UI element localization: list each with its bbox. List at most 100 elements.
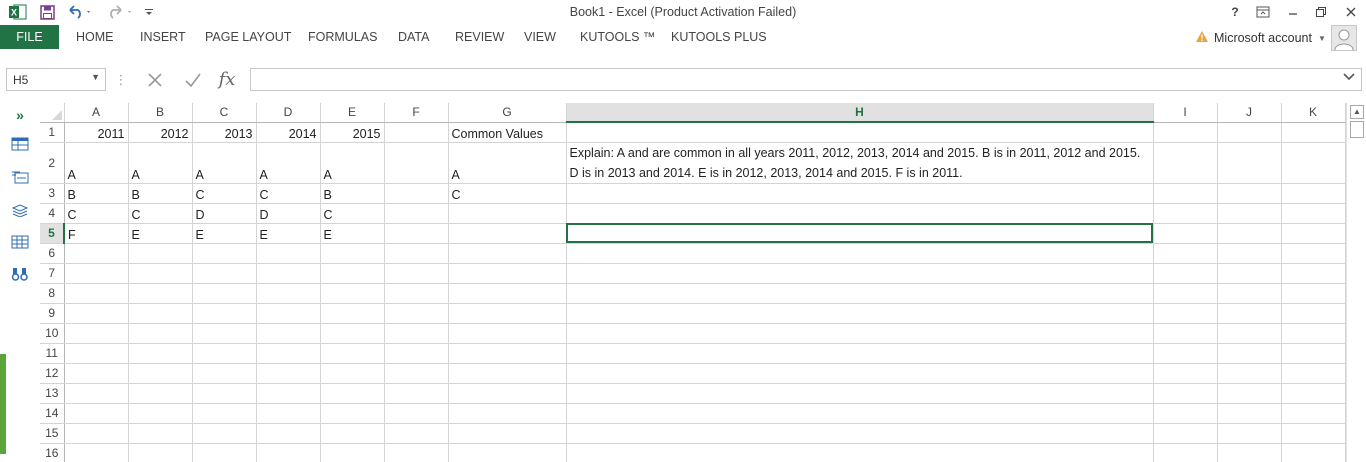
find-replace-icon[interactable] [9, 265, 31, 283]
cell-b4[interactable]: C [128, 203, 193, 224]
cell-d11[interactable] [256, 343, 321, 364]
cell-j14[interactable] [1217, 403, 1282, 424]
cell-h2[interactable]: Explain: A and are common in all years 2… [566, 142, 1154, 184]
cell-g14[interactable] [448, 403, 567, 424]
cell-f7[interactable] [384, 263, 449, 284]
cell-e15[interactable] [320, 423, 385, 444]
tab-kutools[interactable]: KUTOOLS ™ [580, 30, 655, 44]
cell-d14[interactable] [256, 403, 321, 424]
cell-a2[interactable]: A [64, 142, 129, 184]
cell-d8[interactable] [256, 283, 321, 304]
cell-j11[interactable] [1217, 343, 1282, 364]
cell-f1[interactable] [384, 122, 449, 143]
cell-k16[interactable] [1281, 443, 1346, 462]
tab-data[interactable]: DATA [398, 30, 429, 44]
cell-k2[interactable] [1281, 142, 1346, 184]
cell-f13[interactable] [384, 383, 449, 404]
cell-b14[interactable] [128, 403, 193, 424]
column-list-icon[interactable] [9, 233, 31, 251]
column-header-k[interactable]: K [1281, 103, 1346, 123]
cell-c1[interactable]: 2013 [192, 122, 257, 143]
cell-a12[interactable] [64, 363, 129, 384]
name-box[interactable]: H5 ▼ [6, 68, 106, 91]
row-header[interactable]: 6 [40, 243, 65, 264]
row-header[interactable]: 10 [40, 323, 65, 344]
cell-i15[interactable] [1153, 423, 1218, 444]
cell-i13[interactable] [1153, 383, 1218, 404]
cell-i3[interactable] [1153, 183, 1218, 204]
cell-b11[interactable] [128, 343, 193, 364]
cell-i1[interactable] [1153, 122, 1218, 143]
row-header[interactable]: 12 [40, 363, 65, 384]
cell-c9[interactable] [192, 303, 257, 324]
cell-k5[interactable] [1281, 223, 1346, 244]
row-header[interactable]: 15 [40, 423, 65, 444]
cell-h13[interactable] [566, 383, 1154, 404]
cell-a7[interactable] [64, 263, 129, 284]
cell-j1[interactable] [1217, 122, 1282, 143]
cell-k6[interactable] [1281, 243, 1346, 264]
cell-c6[interactable] [192, 243, 257, 264]
cell-k9[interactable] [1281, 303, 1346, 324]
cell-b5[interactable]: E [128, 223, 193, 244]
cell-h16[interactable] [566, 443, 1154, 462]
tab-view[interactable]: VIEW [524, 30, 556, 44]
cell-e2[interactable]: A [320, 142, 385, 184]
cell-f6[interactable] [384, 243, 449, 264]
cell-c4[interactable]: D [192, 203, 257, 224]
column-header-a[interactable]: A [64, 103, 129, 123]
restore-icon[interactable] [1306, 2, 1336, 22]
cell-e7[interactable] [320, 263, 385, 284]
cell-c15[interactable] [192, 423, 257, 444]
scroll-up-icon[interactable]: ▲ [1350, 105, 1364, 119]
cell-k4[interactable] [1281, 203, 1346, 224]
cell-a6[interactable] [64, 243, 129, 264]
cell-d6[interactable] [256, 243, 321, 264]
cell-h6[interactable] [566, 243, 1154, 264]
cell-a11[interactable] [64, 343, 129, 364]
cell-g9[interactable] [448, 303, 567, 324]
cell-g4[interactable] [448, 203, 567, 224]
close-icon[interactable] [1336, 2, 1366, 22]
cell-g5[interactable] [448, 223, 567, 244]
cell-b7[interactable] [128, 263, 193, 284]
cell-j12[interactable] [1217, 363, 1282, 384]
cell-a3[interactable]: B [64, 183, 129, 204]
cell-g10[interactable] [448, 323, 567, 344]
cell-d1[interactable]: 2014 [256, 122, 321, 143]
tab-kutools-plus[interactable]: KUTOOLS PLUS [671, 30, 767, 44]
cell-g7[interactable] [448, 263, 567, 284]
cancel-icon[interactable] [142, 68, 168, 91]
row-header[interactable]: 8 [40, 283, 65, 304]
tab-home[interactable]: HOME [76, 30, 114, 44]
cell-b12[interactable] [128, 363, 193, 384]
cell-j3[interactable] [1217, 183, 1282, 204]
cell-a14[interactable] [64, 403, 129, 424]
tab-review[interactable]: REVIEW [455, 30, 504, 44]
cell-i12[interactable] [1153, 363, 1218, 384]
cell-i10[interactable] [1153, 323, 1218, 344]
cell-h12[interactable] [566, 363, 1154, 384]
cell-h8[interactable] [566, 283, 1154, 304]
cell-b10[interactable] [128, 323, 193, 344]
cell-c2[interactable]: A [192, 142, 257, 184]
cell-e16[interactable] [320, 443, 385, 462]
cell-a10[interactable] [64, 323, 129, 344]
column-header-h[interactable]: H [566, 103, 1154, 123]
row-header[interactable]: 2 [40, 142, 65, 184]
row-header[interactable]: 14 [40, 403, 65, 424]
cell-g16[interactable] [448, 443, 567, 462]
cell-g1[interactable]: Common Values [448, 122, 567, 143]
cell-h1[interactable] [566, 122, 1154, 143]
cell-b8[interactable] [128, 283, 193, 304]
cell-k11[interactable] [1281, 343, 1346, 364]
cell-j2[interactable] [1217, 142, 1282, 184]
cell-i5[interactable] [1153, 223, 1218, 244]
cell-h4[interactable] [566, 203, 1154, 224]
cell-d7[interactable] [256, 263, 321, 284]
cell-e14[interactable] [320, 403, 385, 424]
cell-i6[interactable] [1153, 243, 1218, 264]
auto-text-icon[interactable] [9, 168, 31, 186]
row-header[interactable]: 4 [40, 203, 65, 224]
enter-icon[interactable] [180, 68, 206, 91]
